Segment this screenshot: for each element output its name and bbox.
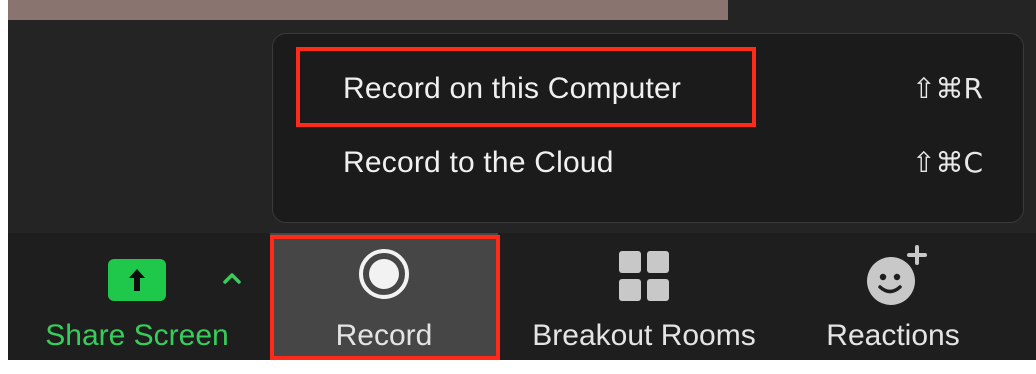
meeting-toolbar: Share Screen Record Breakout Rooms React…: [8, 233, 1036, 360]
meeting-window: Record on this Computer ⇧⌘R Record to th…: [8, 0, 1036, 360]
record-icon: [357, 247, 411, 301]
grid-icon: [617, 249, 671, 303]
record-button[interactable]: Record: [270, 233, 498, 360]
menu-item-label: Record to the Cloud: [343, 146, 614, 179]
menu-item-record-to-cloud[interactable]: Record to the Cloud ⇧⌘C: [273, 128, 1023, 198]
record-menu: Record on this Computer ⇧⌘R Record to th…: [272, 33, 1024, 223]
menu-item-shortcut: ⇧⌘C: [911, 146, 983, 179]
reactions-label: Reactions: [826, 319, 960, 352]
menu-item-shortcut: ⇧⌘R: [912, 72, 983, 105]
share-screen-label: Share Screen: [45, 319, 229, 352]
breakout-rooms-button[interactable]: Breakout Rooms: [508, 233, 780, 360]
share-screen-button[interactable]: Share Screen: [8, 233, 266, 360]
menu-item-label: Record on this Computer: [343, 72, 682, 105]
menu-item-record-on-computer[interactable]: Record on this Computer ⇧⌘R: [273, 54, 1023, 124]
chevron-up-icon[interactable]: [220, 267, 244, 291]
breakout-rooms-label: Breakout Rooms: [532, 319, 756, 352]
share-screen-icon: [108, 259, 166, 301]
record-label: Record: [335, 319, 433, 352]
add-reaction-icon: [863, 245, 929, 309]
video-preview-strip: [8, 0, 728, 20]
reactions-button[interactable]: Reactions: [798, 233, 988, 360]
